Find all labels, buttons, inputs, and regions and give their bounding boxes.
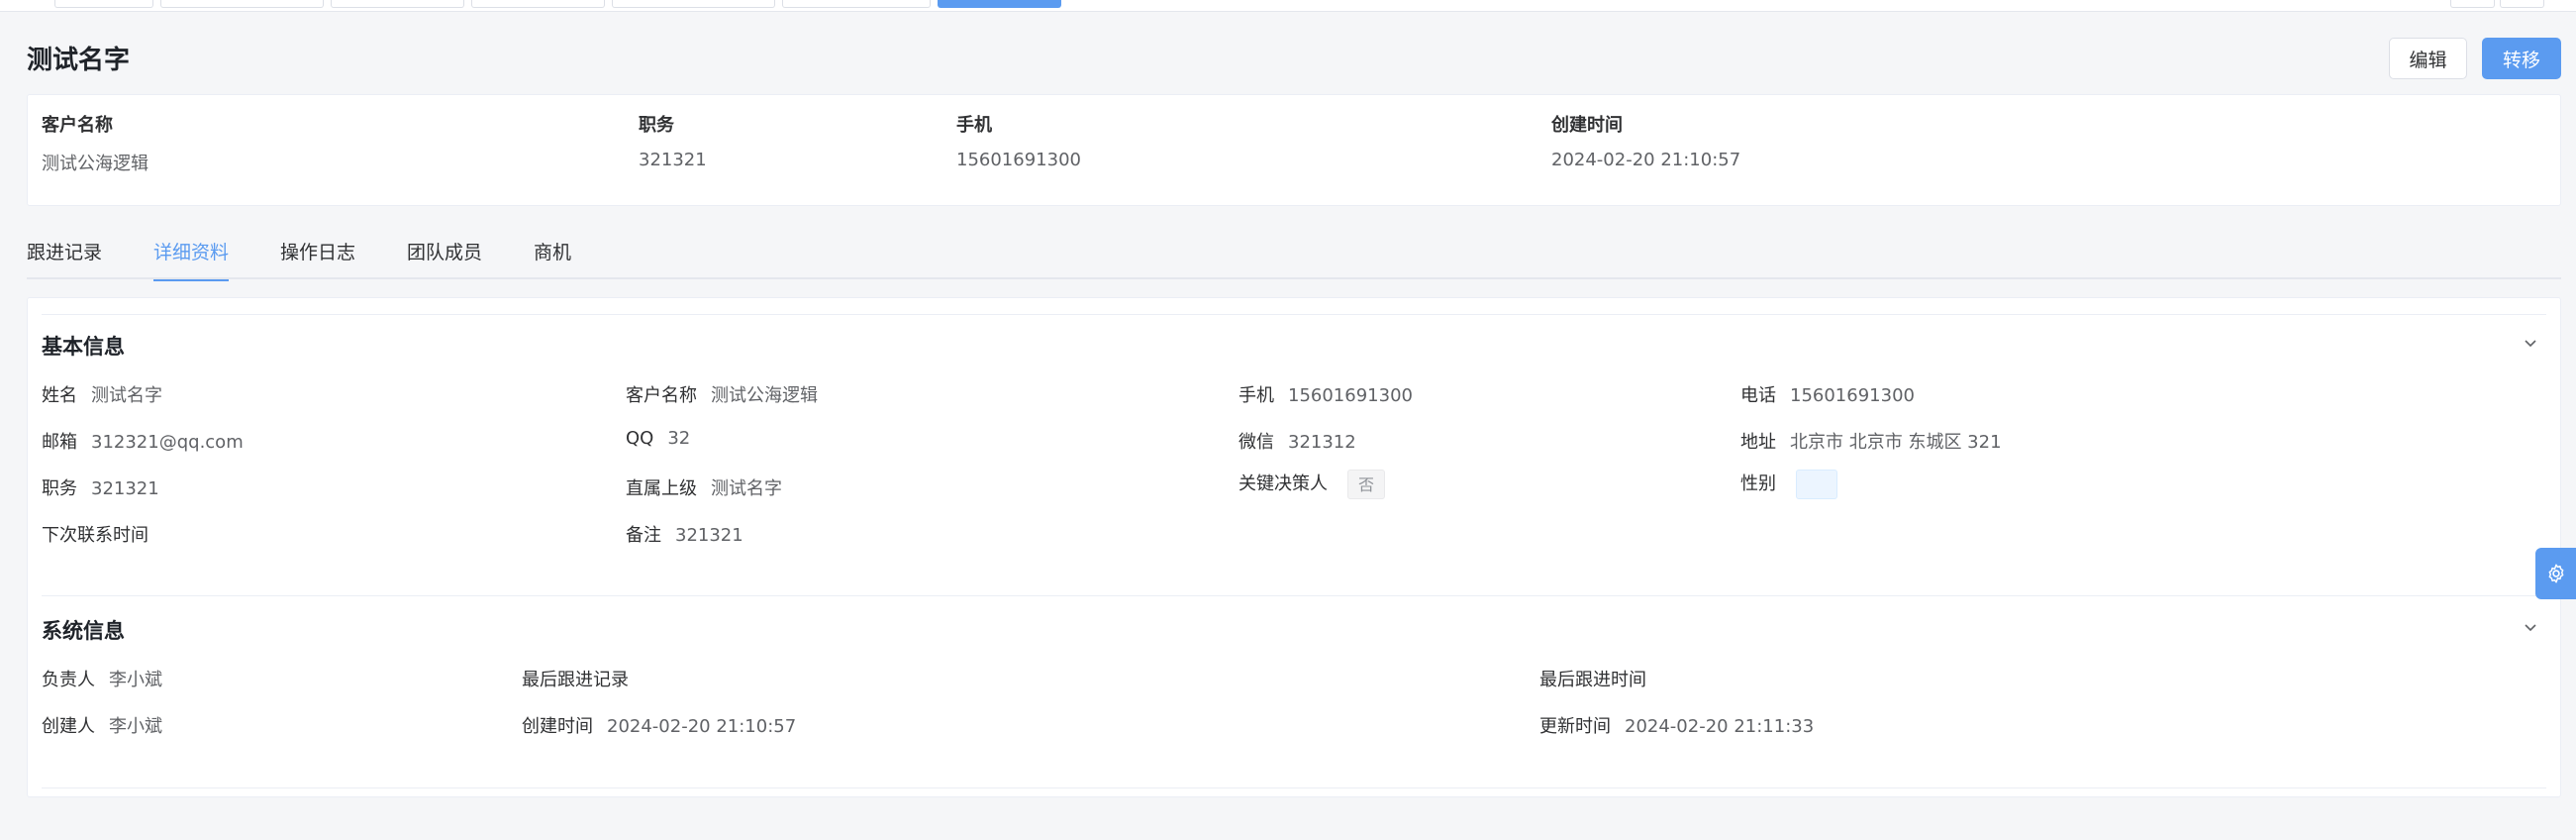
divider	[42, 314, 2546, 315]
summary-label-created: 创建时间	[1551, 115, 1623, 136]
field-value: 2024-02-20 21:10:57	[607, 716, 797, 737]
field-label: 地址	[1740, 432, 1776, 453]
field-label: 手机	[1238, 385, 1274, 406]
field-customer: 客户名称 测试公海逻辑	[626, 381, 818, 407]
field-value: 321321	[91, 478, 159, 499]
summary-value-position: 321321	[639, 150, 707, 170]
top-tab[interactable]	[782, 0, 931, 8]
field-label: 客户名称	[626, 385, 697, 406]
field-gender: 性别	[1740, 470, 1837, 499]
field-label: 邮箱	[42, 432, 77, 453]
tab-details[interactable]: 详细资料	[153, 238, 230, 281]
top-tab[interactable]	[2450, 0, 2495, 8]
summary-label-position: 职务	[639, 115, 674, 136]
field-last-record: 最后跟进记录	[522, 666, 629, 691]
summary-value-created: 2024-02-20 21:10:57	[1551, 150, 1741, 170]
field-position: 职务 321321	[42, 474, 159, 500]
field-label: 姓名	[42, 385, 77, 406]
summary-value-mobile: 15601691300	[956, 150, 1081, 170]
detail-tabs: 跟进记录 详细资料 操作日志 团队成员 商机	[27, 238, 2561, 281]
field-label: 电话	[1740, 385, 1776, 406]
field-value: 15601691300	[1790, 385, 1915, 406]
field-wechat: 微信 321312	[1238, 428, 1356, 454]
section-title-system: 系统信息	[42, 619, 125, 643]
field-address: 地址 北京市 北京市 东城区 321	[1740, 428, 2002, 454]
tab-follow-records[interactable]: 跟进记录	[27, 238, 102, 279]
summary-value-customer: 测试公海逻辑	[42, 154, 149, 174]
field-updated-at: 更新时间 2024-02-20 21:11:33	[1539, 712, 1814, 738]
field-email: 邮箱 312321@qq.com	[42, 428, 244, 454]
field-label: 微信	[1238, 432, 1274, 453]
status-badge: 否	[1347, 470, 1386, 499]
field-remark: 备注 321321	[626, 521, 743, 547]
tab-opportunities[interactable]: 商机	[534, 238, 571, 279]
field-label: 负责人	[42, 670, 95, 690]
top-tab[interactable]	[54, 0, 153, 8]
field-phone: 电话 15601691300	[1740, 381, 1915, 407]
detail-panel: 基本信息 姓名 测试名字 客户名称 测试公海逻辑 手机 15601691300 电话 1…	[27, 297, 2561, 797]
top-tab[interactable]	[2500, 0, 2544, 8]
field-label: 创建时间	[522, 716, 593, 737]
field-creator: 创建人 李小斌	[42, 712, 162, 738]
gear-icon	[2548, 564, 2563, 583]
field-last-time: 最后跟进时间	[1539, 666, 1646, 691]
field-label: 直属上级	[626, 478, 697, 499]
edit-button[interactable]: 编辑	[2389, 38, 2467, 79]
field-label: 创建人	[42, 716, 95, 737]
field-next-contact: 下次联系时间	[42, 521, 149, 547]
top-tab-strip	[0, 0, 2576, 12]
section-title-basic: 基本信息	[42, 335, 125, 359]
field-label: 下次联系时间	[42, 525, 149, 546]
field-value: 321312	[1288, 432, 1356, 453]
field-value: 321321	[675, 525, 743, 546]
gender-badge	[1796, 470, 1837, 499]
field-label: 性别	[1740, 473, 1776, 494]
field-value: 测试名字	[711, 478, 782, 499]
tab-team-members[interactable]: 团队成员	[407, 238, 482, 279]
field-label: 最后跟进记录	[522, 670, 629, 690]
field-name: 姓名 测试名字	[42, 381, 162, 407]
top-tab[interactable]	[331, 0, 464, 8]
transfer-button[interactable]: 转移	[2482, 38, 2561, 79]
tab-operation-log[interactable]: 操作日志	[280, 238, 355, 279]
field-created-at: 创建时间 2024-02-20 21:10:57	[522, 712, 796, 738]
field-label: 更新时间	[1539, 716, 1611, 737]
field-label: 关键决策人	[1238, 473, 1328, 494]
field-label: 备注	[626, 525, 661, 546]
field-value: 15601691300	[1288, 385, 1413, 406]
top-tab-active[interactable]	[938, 0, 1061, 8]
field-value: 李小斌	[109, 716, 162, 737]
field-value: 测试名字	[91, 385, 162, 406]
field-value: 北京市 北京市 东城区 321	[1790, 432, 2002, 453]
field-qq: QQ 32	[626, 428, 690, 449]
field-label: 职务	[42, 478, 77, 499]
summary-card: 客户名称 测试公海逻辑 职务 321321 手机 15601691300 创建时…	[27, 94, 2561, 206]
field-decision-maker: 关键决策人否	[1238, 470, 1386, 499]
top-tab[interactable]	[612, 0, 775, 8]
settings-button[interactable]	[2535, 548, 2576, 599]
divider	[42, 595, 2546, 596]
chevron-down-icon[interactable]	[2521, 618, 2540, 638]
field-mobile: 手机 15601691300	[1238, 381, 1413, 407]
field-value: 测试公海逻辑	[711, 385, 818, 406]
top-tab[interactable]	[160, 0, 324, 8]
summary-label-mobile: 手机	[956, 115, 992, 136]
chevron-down-icon[interactable]	[2521, 334, 2540, 354]
field-superior: 直属上级 测试名字	[626, 474, 782, 500]
field-label: QQ	[626, 428, 654, 449]
top-tab[interactable]	[471, 0, 605, 8]
field-value: 2024-02-20 21:11:33	[1625, 716, 1815, 737]
page-title: 测试名字	[27, 46, 131, 75]
field-value: 312321@qq.com	[91, 432, 244, 453]
summary-label-customer: 客户名称	[42, 115, 113, 136]
field-owner: 负责人 李小斌	[42, 666, 162, 691]
field-value: 李小斌	[109, 670, 162, 690]
field-value: 32	[667, 428, 691, 449]
field-label: 最后跟进时间	[1539, 670, 1646, 690]
